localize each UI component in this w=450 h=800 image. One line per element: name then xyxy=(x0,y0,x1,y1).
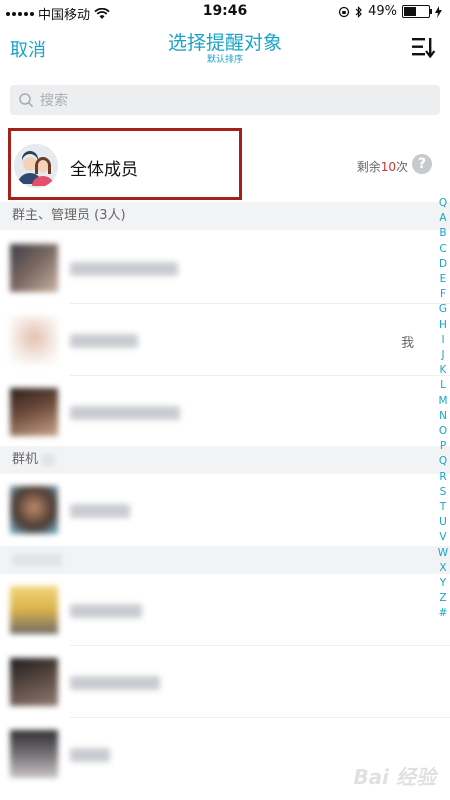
status-bar: 中国移动 19:46 49% xyxy=(0,0,450,24)
list-item[interactable] xyxy=(0,474,430,544)
index-letter[interactable]: V xyxy=(439,530,446,545)
help-icon[interactable]: ? xyxy=(412,154,432,174)
index-letter[interactable]: J xyxy=(441,348,444,363)
index-letter[interactable]: T xyxy=(440,500,446,515)
list-item[interactable]: 我 xyxy=(0,304,430,374)
list-item[interactable] xyxy=(0,376,430,446)
avatar xyxy=(10,586,58,634)
group-avatar xyxy=(14,144,58,188)
index-letter[interactable]: E xyxy=(440,272,447,287)
remaining-prefix: 剩余 xyxy=(356,160,381,174)
page-title: 选择提醒对象 xyxy=(167,32,282,54)
index-letter[interactable]: F xyxy=(440,287,446,302)
battery-icon xyxy=(402,5,432,18)
avatar xyxy=(10,730,58,778)
index-letter[interactable]: S xyxy=(440,485,447,500)
member-name-blurred xyxy=(70,406,180,420)
index-letter[interactable]: O xyxy=(439,424,447,439)
index-letter[interactable]: C xyxy=(439,242,446,257)
member-name-blurred xyxy=(70,676,160,690)
blurred-text xyxy=(12,553,62,566)
list-item[interactable] xyxy=(0,574,430,644)
index-letter[interactable]: B xyxy=(439,226,446,241)
people-icon xyxy=(14,144,58,188)
status-right: 49% xyxy=(338,4,442,19)
index-letter[interactable]: N xyxy=(439,409,447,424)
page-subtitle: 默认排序 xyxy=(206,55,243,65)
avatar xyxy=(10,388,58,436)
section-title: 群机 xyxy=(12,452,39,467)
member-name-blurred xyxy=(70,334,138,348)
blurred-text xyxy=(41,453,56,466)
index-letter[interactable]: H xyxy=(439,318,447,333)
index-letter[interactable]: # xyxy=(439,606,448,621)
index-letter[interactable]: U xyxy=(439,515,447,530)
battery-percent: 49% xyxy=(368,4,397,19)
index-letter[interactable]: Q xyxy=(439,454,447,469)
remaining-number: 10 xyxy=(380,160,396,174)
index-letter[interactable]: Z xyxy=(439,591,446,606)
all-members-label: 全体成员 xyxy=(70,160,138,180)
index-letter[interactable]: L xyxy=(440,378,446,393)
member-name-blurred xyxy=(70,748,110,762)
section-title: 群主、管理员 (3人) xyxy=(12,208,126,223)
alphabet-index[interactable]: Q A B C D E F G H I J K L M N O P Q R S T U V W X Y Z # xyxy=(436,196,450,622)
member-name-blurred xyxy=(70,504,130,518)
index-letter[interactable]: D xyxy=(439,257,447,272)
navbar: 取消 选择提醒对象 默认排序 xyxy=(0,24,450,72)
bluetooth-icon xyxy=(355,5,362,18)
section-header-bots: 群机 xyxy=(0,446,450,474)
search-input[interactable]: 搜索 xyxy=(10,85,440,115)
index-letter[interactable]: M xyxy=(438,394,447,409)
index-letter[interactable]: P xyxy=(440,439,446,454)
me-tag: 我 xyxy=(400,336,414,351)
avatar xyxy=(10,244,58,292)
member-name-blurred xyxy=(70,262,178,276)
avatar xyxy=(10,486,58,534)
index-letter[interactable]: Q xyxy=(439,196,447,211)
list-item[interactable] xyxy=(0,232,430,302)
remaining-suffix: 次 xyxy=(395,160,408,174)
search-placeholder: 搜索 xyxy=(40,93,68,109)
list-item[interactable] xyxy=(0,646,430,716)
index-letter[interactable]: R xyxy=(439,470,446,485)
index-letter[interactable]: W xyxy=(438,546,448,561)
charging-icon xyxy=(435,5,442,18)
index-letter[interactable]: K xyxy=(440,363,447,378)
section-header-admins: 群主、管理员 (3人) xyxy=(0,202,450,230)
sort-icon[interactable] xyxy=(412,36,436,58)
index-letter[interactable]: X xyxy=(439,561,446,576)
index-letter[interactable]: A xyxy=(439,211,446,226)
section-header-blurred xyxy=(0,546,450,574)
avatar xyxy=(10,316,58,364)
index-letter[interactable]: G xyxy=(439,302,447,317)
index-letter[interactable]: I xyxy=(441,333,444,348)
index-letter[interactable]: Y xyxy=(440,576,446,591)
orientation-lock-icon xyxy=(338,6,350,17)
remaining-count: 剩余10次 xyxy=(357,158,408,175)
avatar xyxy=(10,658,58,706)
search-icon xyxy=(19,93,34,108)
watermark: Bai 经验 xyxy=(353,765,436,789)
member-name-blurred xyxy=(70,604,142,618)
